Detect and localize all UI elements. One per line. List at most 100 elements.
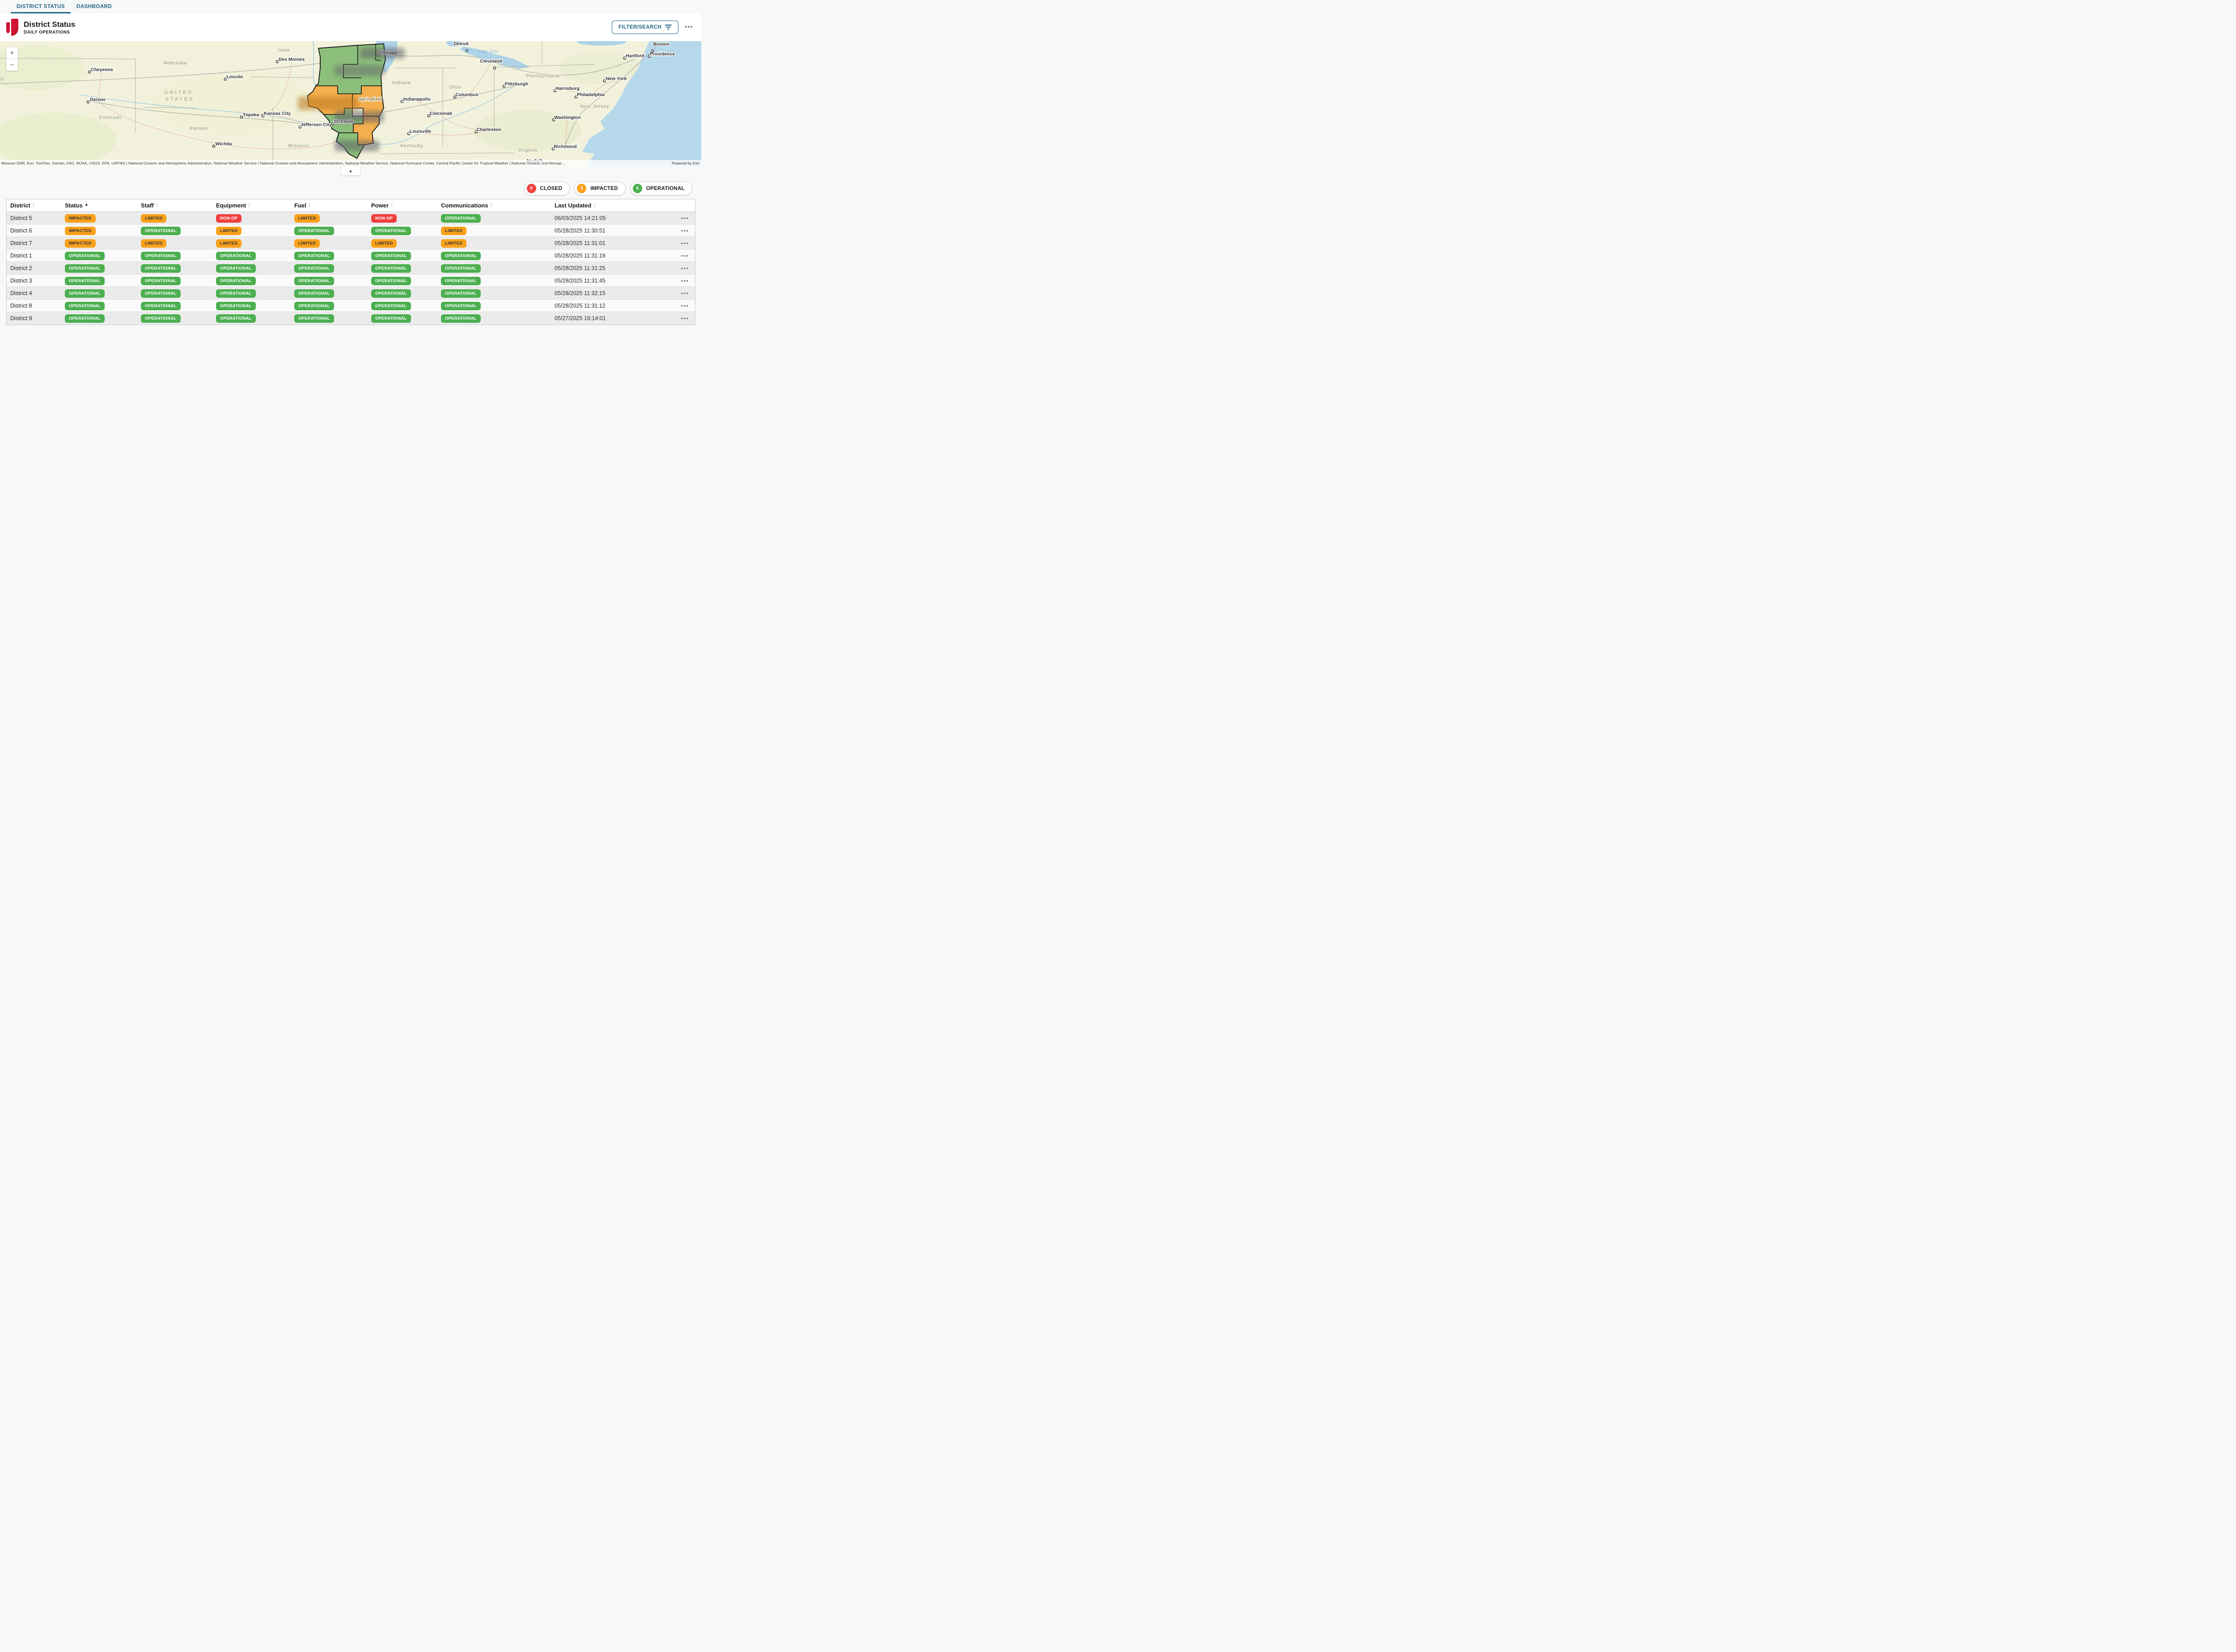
filter-icon [665,25,672,30]
fuel-status-chip: OPERATIONAL [294,302,334,310]
map-label: Pittsburgh [505,81,529,87]
last-updated-value: 05/28/2025 11:31:19 [555,253,674,259]
last-updated-value: 05/28/2025 11:30:51 [555,228,674,234]
collapse-map-button[interactable]: ▲ [341,166,360,175]
table-row: District 3 OPERATIONAL OPERATIONAL OPERATIO… [7,275,695,287]
column-header-last-updated[interactable]: Last Updated▲ ▼ [555,202,674,209]
last-updated-value: 05/28/2025 11:31:12 [555,303,674,309]
fuel-status-chip: LIMITED [294,214,320,223]
fuel-status-chip: OPERATIONAL [294,227,334,235]
map-label: Cheyenne [91,67,113,72]
filter-search-label: FILTER/SEARCH [618,25,661,30]
status-status-chip: OPERATIONAL [65,252,105,260]
map-label: Detroit [453,41,469,46]
communications-status-chip: OPERATIONAL [441,289,481,298]
sort-icon: ▲ ▼ [390,203,393,208]
map-label: Philadelphia [577,92,605,97]
row-actions-button[interactable]: ••• [674,303,695,309]
communications-status-chip: OPERATIONAL [441,214,481,223]
fuel-status-chip: OPERATIONAL [294,252,334,260]
tab-dashboard[interactable]: DASHBOARD [71,0,118,13]
map-label: New York [606,76,627,81]
title-block: District Status DAILY OPERATIONS [24,20,75,35]
zoom-out-button[interactable]: − [6,59,18,71]
fuel-status-chip: OPERATIONAL [294,277,334,285]
column-label: Fuel [294,202,306,209]
legend-count-badge: 6 [633,184,642,193]
sort-icon: ▲ ▼ [248,203,250,208]
legend-pill-operational[interactable]: 6OPERATIONAL [630,182,692,195]
power-status-chip: OPERATIONAL [371,227,411,235]
row-actions-button[interactable]: ••• [674,253,695,259]
legend-pill-impacted[interactable]: 3IMPACTED [574,182,626,195]
row-actions-button[interactable]: ••• [674,315,695,321]
page-subtitle: DAILY OPERATIONS [24,30,75,35]
map-label: Wichita [215,141,232,147]
map-label: Denver [90,97,106,102]
fuel-status-chip: OPERATIONAL [294,314,334,323]
map-label: Hartford [626,53,644,59]
legend-pill-closed[interactable]: 0CLOSED [524,182,570,195]
map-label: Pennsylvania [526,73,559,79]
staff-status-chip: OPERATIONAL [141,289,181,298]
more-options-button[interactable]: ••• [685,13,693,41]
red-shield-logo-icon [6,19,18,36]
table-row: District 5IMPACTEDLIMITEDNON-OPLIMITEDNO… [7,212,695,224]
map-label: Nebraska [164,60,187,66]
fuel-status-chip: LIMITED [294,239,320,248]
map-label: Columbus [455,92,478,97]
map-label: Missouri [288,143,309,148]
row-actions-button[interactable]: ••• [674,265,695,271]
map-zoom-control: + − [6,47,18,71]
zoom-in-button[interactable]: + [6,47,18,59]
row-actions-button[interactable]: ••• [674,215,695,221]
tab-district-status[interactable]: DISTRICT STATUS [11,0,71,13]
communications-status-chip: OPERATIONAL [441,277,481,285]
map-label: Jefferson City [301,122,332,127]
last-updated-value: 06/03/2025 14:21:05 [555,215,674,221]
status-status-chip: OPERATIONAL [65,264,105,273]
row-actions-button[interactable]: ••• [674,240,695,246]
redacted-district-label [335,111,384,123]
map-label: Iowa [278,47,290,53]
column-header-staff[interactable]: Staff▲ ▼ [141,202,216,209]
power-status-chip: NON-OP [371,214,397,223]
district-name: District 6 [7,228,65,234]
table-row: District 6IMPACTEDOPERATIONALLIMITEDOPER… [7,224,695,237]
status-status-chip: OPERATIONAL [65,314,105,323]
power-status-chip: OPERATIONAL [371,277,411,285]
map-label: Colorado [99,115,122,120]
legend-label: CLOSED [540,186,563,191]
sort-icon: ▲ ▼ [593,203,596,208]
row-actions-button[interactable]: ••• [674,228,695,234]
map-label: Washington [554,115,581,120]
map-label: Cleveland [480,59,502,64]
staff-status-chip: OPERATIONAL [141,264,181,273]
city-marker-dot [276,60,278,63]
column-label: Last Updated [555,202,591,209]
esri-district-map[interactable]: UNITEDSTATESNebraskaColoradoKansasIowaMi… [0,41,701,166]
column-header-fuel[interactable]: Fuel▲ ▼ [294,202,371,209]
row-actions-button[interactable]: ••• [674,290,695,296]
column-header-status[interactable]: Status▲ [65,202,141,209]
column-header-equipment[interactable]: Equipment▲ ▼ [216,202,294,209]
table-row: District 1OPERATIONALOPERATIONALOPERATIO… [7,249,695,262]
city-marker-dot [466,49,468,51]
sort-icon: ▲ ▼ [32,203,35,208]
city-marker-dot [240,116,242,118]
map-label: Harrisburg [555,86,580,91]
table-row: District 2OPERATIONALOPERATIONALOPERATIO… [7,262,695,275]
map-label: ty [0,76,4,81]
column-header-district[interactable]: District▲ ▼ [7,202,65,209]
column-header-power[interactable]: Power▲ ▼ [371,202,441,209]
row-actions-button[interactable]: ••• [674,278,695,284]
table-row: District 8OPERATIONALOPERATIONALOPERATIO… [7,300,695,312]
table-row: District 7IMPACTEDLIMITEDLIMITEDLIMITEDL… [7,237,695,249]
filter-search-button[interactable]: FILTER/SEARCH [612,21,678,34]
redacted-district-label [335,140,379,151]
column-header-communications[interactable]: Communications▲ ▼ [441,202,555,209]
status-status-chip: IMPACTED [65,227,96,235]
equipment-status-chip: OPERATIONAL [216,314,256,323]
district-name: District 3 [7,278,65,284]
status-status-chip: OPERATIONAL [65,289,105,298]
